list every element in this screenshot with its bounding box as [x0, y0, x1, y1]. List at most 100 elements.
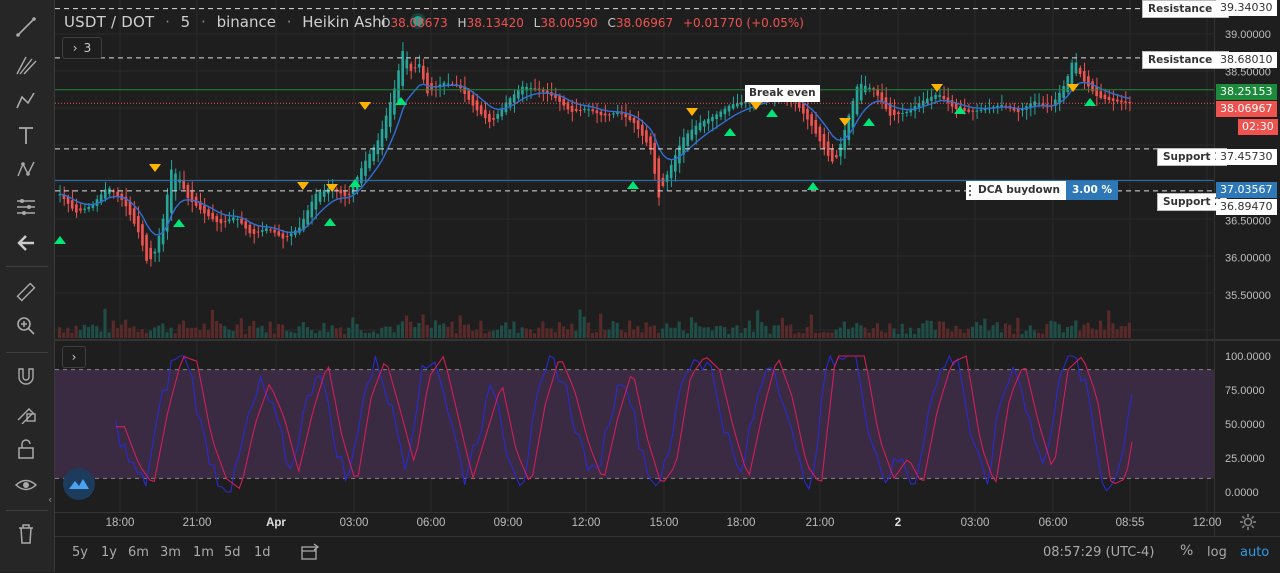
volume-bar	[516, 332, 520, 338]
candle-body	[479, 105, 483, 115]
range-5y[interactable]: 5y	[72, 545, 88, 560]
candle-body	[583, 109, 586, 111]
volume-bar	[760, 322, 764, 338]
candle-body	[1062, 86, 1065, 98]
candle-body	[277, 231, 281, 236]
candle-body	[686, 133, 690, 146]
tradingview-logo-icon[interactable]	[63, 468, 95, 500]
chart-style-label[interactable]: Heikin Ashi	[302, 13, 386, 31]
volume-bar	[433, 320, 438, 338]
volume-bar	[82, 324, 86, 338]
volume-bar	[153, 327, 157, 338]
candle-body	[273, 229, 276, 233]
volume-bar	[128, 327, 132, 338]
clock-readout[interactable]: 08:57:29 (UTC-4)	[1043, 545, 1154, 560]
volume-bar	[925, 320, 929, 338]
price-tag-s2: 36.89470	[1216, 199, 1277, 215]
candle-body	[855, 86, 859, 115]
volume-bar	[227, 329, 231, 338]
price-tag-green: 38.25153	[1216, 84, 1277, 100]
range-1y[interactable]: 1y	[101, 545, 117, 560]
volume-bar	[450, 321, 454, 338]
gear-icon[interactable]	[1238, 512, 1258, 536]
chart-canvas[interactable]: 39.00000 38.50000 36.50000 36.00000 35.50000…	[0, 0, 1280, 536]
oscillator-collapse-button[interactable]: ›	[62, 346, 86, 368]
volume-bar	[1057, 324, 1061, 338]
candle-body	[289, 233, 293, 237]
break-even-label[interactable]: Break even	[745, 85, 820, 102]
volume-bar	[301, 322, 305, 338]
volume-bar	[504, 322, 508, 338]
volume-bar	[735, 325, 739, 338]
time-axis-tick: 21:00	[806, 517, 835, 529]
candle-body	[616, 112, 619, 114]
volume-bar	[995, 322, 999, 338]
indicator-collapse-button[interactable]: › 3	[62, 37, 102, 59]
volume-bar	[937, 321, 941, 338]
candle-body	[843, 129, 846, 151]
volume-bar	[962, 332, 966, 338]
volume-bar	[442, 323, 446, 338]
volume-bar	[863, 327, 867, 338]
candle-body	[393, 88, 396, 115]
volume-bar	[731, 327, 735, 338]
candle-body	[979, 109, 983, 111]
candle-body	[157, 236, 161, 253]
volume-bar	[330, 325, 334, 338]
volume-bar	[1078, 330, 1082, 338]
candle-body	[653, 142, 656, 174]
volume-bar	[859, 325, 863, 338]
interval-label[interactable]: 5	[181, 13, 191, 31]
candle-body	[562, 98, 566, 106]
ohlc-readout: O38.08673 H38.13420 L38.00590 C38.06967 …	[381, 16, 810, 30]
volume-bar	[669, 327, 673, 338]
volume-bar	[223, 326, 227, 338]
volume-bar	[623, 332, 628, 338]
volume-bar	[214, 321, 219, 338]
volume-bar	[793, 333, 797, 338]
range-1d[interactable]: 1d	[254, 545, 271, 560]
dca-buydown-label[interactable]: DCA buydown 3.00 %	[966, 181, 1119, 200]
candle-body	[975, 110, 979, 112]
chevron-left-icon[interactable]: ‹	[48, 493, 52, 506]
volume-bar	[458, 315, 462, 338]
volume-bar	[867, 332, 871, 338]
time-axis-tick: 15:00	[650, 517, 679, 529]
volume-bar	[1094, 329, 1098, 338]
candle-body	[153, 251, 157, 254]
candle-body	[475, 100, 479, 111]
volume-bar	[1012, 333, 1016, 338]
volume-bar	[293, 332, 297, 338]
range-5d[interactable]: 5d	[224, 545, 241, 560]
date-range-icon[interactable]	[300, 543, 320, 565]
percent-scale-toggle[interactable]: %	[1180, 543, 1193, 559]
candle-body	[719, 111, 723, 117]
range-1m[interactable]: 1m	[193, 545, 214, 560]
candle-body	[669, 164, 673, 179]
candle-body	[806, 108, 809, 120]
volume-bar	[785, 325, 789, 338]
volume-bar	[603, 330, 607, 338]
log-scale-toggle[interactable]: log	[1207, 545, 1227, 560]
range-3m[interactable]: 3m	[160, 545, 181, 560]
volume-bar	[421, 314, 425, 338]
auto-scale-toggle[interactable]: auto	[1240, 545, 1269, 560]
volume-bar	[206, 330, 210, 338]
indicator-count: 3	[83, 41, 92, 55]
volume-bar	[553, 332, 557, 338]
volume-bar	[772, 325, 776, 338]
candle-body	[178, 179, 181, 183]
candle-body	[364, 160, 367, 176]
volume-bar	[979, 325, 983, 338]
candle-body	[141, 224, 144, 246]
volume-bar	[747, 320, 751, 338]
range-6m[interactable]: 6m	[128, 545, 149, 560]
symbol-title[interactable]: USDT / DOT	[64, 13, 154, 31]
volume-bar	[1074, 320, 1078, 338]
candle-body	[645, 130, 648, 143]
volume-bar	[260, 325, 264, 338]
volume-bar	[70, 332, 74, 338]
volume-bar	[1053, 321, 1057, 338]
volume-bar	[103, 308, 107, 338]
candle-body	[938, 95, 941, 97]
